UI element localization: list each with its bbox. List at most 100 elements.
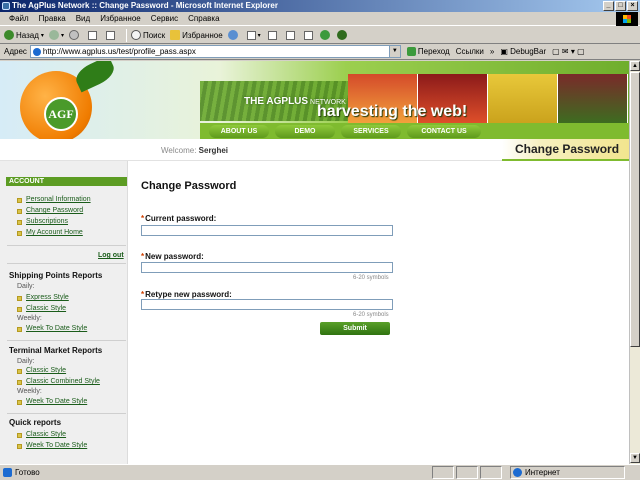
submit-button[interactable]: Submit: [320, 322, 390, 335]
link-terminal-classic-style[interactable]: Classic Style: [26, 367, 66, 374]
edit-button[interactable]: [284, 30, 297, 40]
address-url: http://www.agplus.us/test/profile_pass.a…: [42, 47, 196, 56]
forward-button[interactable]: ▾: [48, 30, 64, 40]
address-input[interactable]: http://www.agplus.us/test/profile_pass.a…: [29, 45, 390, 58]
links-button[interactable]: Ссылки: [456, 47, 484, 56]
bullet-icon: [17, 369, 22, 374]
page-viewport: AGF THE AGPLUS NETWORK harvesting the we…: [0, 61, 629, 464]
link-my-account-home[interactable]: My Account Home: [26, 229, 83, 236]
close-button[interactable]: ×: [627, 1, 638, 11]
bullet-icon: [17, 433, 22, 438]
bullet-icon: [17, 327, 22, 332]
window-title: The AgPlus Network :: Change Password - …: [12, 1, 278, 10]
menu-file[interactable]: Файл: [4, 14, 34, 23]
banner-tagline: harvesting the web!: [317, 103, 468, 120]
required-marker: *: [141, 290, 145, 299]
messenger-button[interactable]: [319, 30, 332, 40]
search-icon: [130, 30, 141, 40]
debugbar-label: DebugBar: [510, 47, 547, 56]
nav-contact-us[interactable]: CONTACT US: [407, 124, 481, 138]
go-arrow-icon: [406, 47, 416, 56]
page-icon: [3, 468, 12, 477]
bullet-icon: [17, 307, 22, 312]
forward-arrow-icon: [48, 30, 59, 40]
terminal-daily-label: Daily:: [17, 358, 35, 365]
scroll-up-icon[interactable]: ▲: [630, 61, 640, 71]
link-quick-classic-style[interactable]: Classic Style: [26, 431, 66, 438]
maximize-button[interactable]: □: [615, 1, 626, 11]
stop-button[interactable]: [68, 30, 81, 40]
link-shipping-week-to-date[interactable]: Week To Date Style: [26, 325, 87, 332]
welcome-user: Serghei: [198, 146, 228, 155]
home-button[interactable]: [104, 30, 117, 40]
nav-about-us[interactable]: ABOUT US: [209, 124, 269, 138]
vertical-scrollbar[interactable]: ▲ ▼: [629, 61, 640, 464]
link-personal-information[interactable]: Personal Information: [26, 196, 91, 203]
extra-toolbar-icons[interactable]: ▢ ✉ ▾ ▢: [552, 47, 585, 56]
refresh-button[interactable]: [86, 30, 99, 40]
search-button[interactable]: Поиск: [130, 30, 165, 40]
scroll-thumb[interactable]: [630, 72, 640, 347]
sidebar-divider: [7, 413, 126, 414]
bullet-icon: [17, 296, 22, 301]
address-dropdown[interactable]: ▼: [389, 45, 401, 58]
account-header: ACCOUNT: [6, 177, 127, 186]
link-shipping-classic-style[interactable]: Classic Style: [26, 305, 66, 312]
logout-link[interactable]: Log out: [98, 252, 124, 259]
extension-button[interactable]: [336, 30, 349, 40]
mail-button[interactable]: ▾: [245, 30, 261, 40]
back-label: Назад: [16, 30, 39, 40]
debugbar-button[interactable]: ▣ DebugBar: [500, 47, 546, 56]
welcome-label: Welcome:: [161, 146, 197, 155]
windows-logo-icon: [616, 12, 638, 26]
go-button[interactable]: Переход: [406, 47, 450, 56]
favorites-button[interactable]: Избранное: [170, 30, 223, 40]
menu-tools[interactable]: Сервис: [146, 14, 183, 23]
status-ready: Готово: [3, 468, 40, 477]
status-bar: Готово Интернет: [0, 464, 640, 480]
current-password-label: *Current password:: [141, 214, 216, 223]
minimize-button[interactable]: _: [603, 1, 614, 11]
nav-services[interactable]: SERVICES: [341, 124, 401, 138]
nav-demo[interactable]: DEMO: [275, 124, 335, 138]
ie-icon: [2, 2, 10, 10]
security-zone[interactable]: Интернет: [510, 466, 625, 479]
discuss-icon: [303, 30, 313, 40]
link-shipping-express-style[interactable]: Express Style: [26, 294, 69, 301]
new-password-input[interactable]: [141, 262, 393, 273]
form-title: Change Password: [141, 180, 237, 192]
link-subscriptions[interactable]: Subscriptions: [26, 218, 68, 225]
history-icon: [227, 30, 238, 40]
new-password-hint: 6-20 symbols: [353, 275, 389, 281]
link-terminal-classic-combined[interactable]: Classic Combined Style: [26, 378, 100, 385]
stop-icon: [68, 30, 79, 40]
current-password-text: Current password:: [145, 214, 217, 223]
back-button[interactable]: Назад ▾: [4, 30, 44, 40]
menu-view[interactable]: Вид: [71, 14, 95, 23]
current-password-input[interactable]: [141, 225, 393, 236]
link-quick-week-to-date[interactable]: Week To Date Style: [26, 442, 87, 449]
link-change-password[interactable]: Change Password: [26, 207, 83, 214]
scroll-down-icon[interactable]: ▼: [630, 453, 640, 463]
print-button[interactable]: [266, 30, 279, 40]
messenger-icon: [319, 30, 330, 40]
chevron-down-icon: ▾: [40, 32, 44, 39]
discuss-button[interactable]: [302, 30, 315, 40]
sidebar-divider: [7, 340, 126, 341]
retype-password-label: *Retype new password:: [141, 290, 232, 299]
zone-label: Интернет: [525, 468, 560, 477]
bullet-icon: [17, 220, 22, 225]
menu-edit[interactable]: Правка: [34, 14, 71, 23]
sidebar-divider: [7, 245, 126, 246]
shipping-reports-title: Shipping Points Reports: [9, 271, 103, 280]
agf-logo[interactable]: AGF: [44, 97, 78, 131]
retype-password-input[interactable]: [141, 299, 393, 310]
sidebar-divider: [7, 263, 126, 264]
toolbar-chevron-icon[interactable]: »: [490, 47, 494, 56]
menu-favorites[interactable]: Избранное: [95, 14, 146, 23]
history-button[interactable]: [227, 30, 240, 40]
link-terminal-week-to-date[interactable]: Week To Date Style: [26, 398, 87, 405]
menu-help[interactable]: Справка: [183, 14, 224, 23]
window-titlebar: The AgPlus Network :: Change Password - …: [0, 0, 640, 12]
star-icon: [170, 30, 181, 40]
